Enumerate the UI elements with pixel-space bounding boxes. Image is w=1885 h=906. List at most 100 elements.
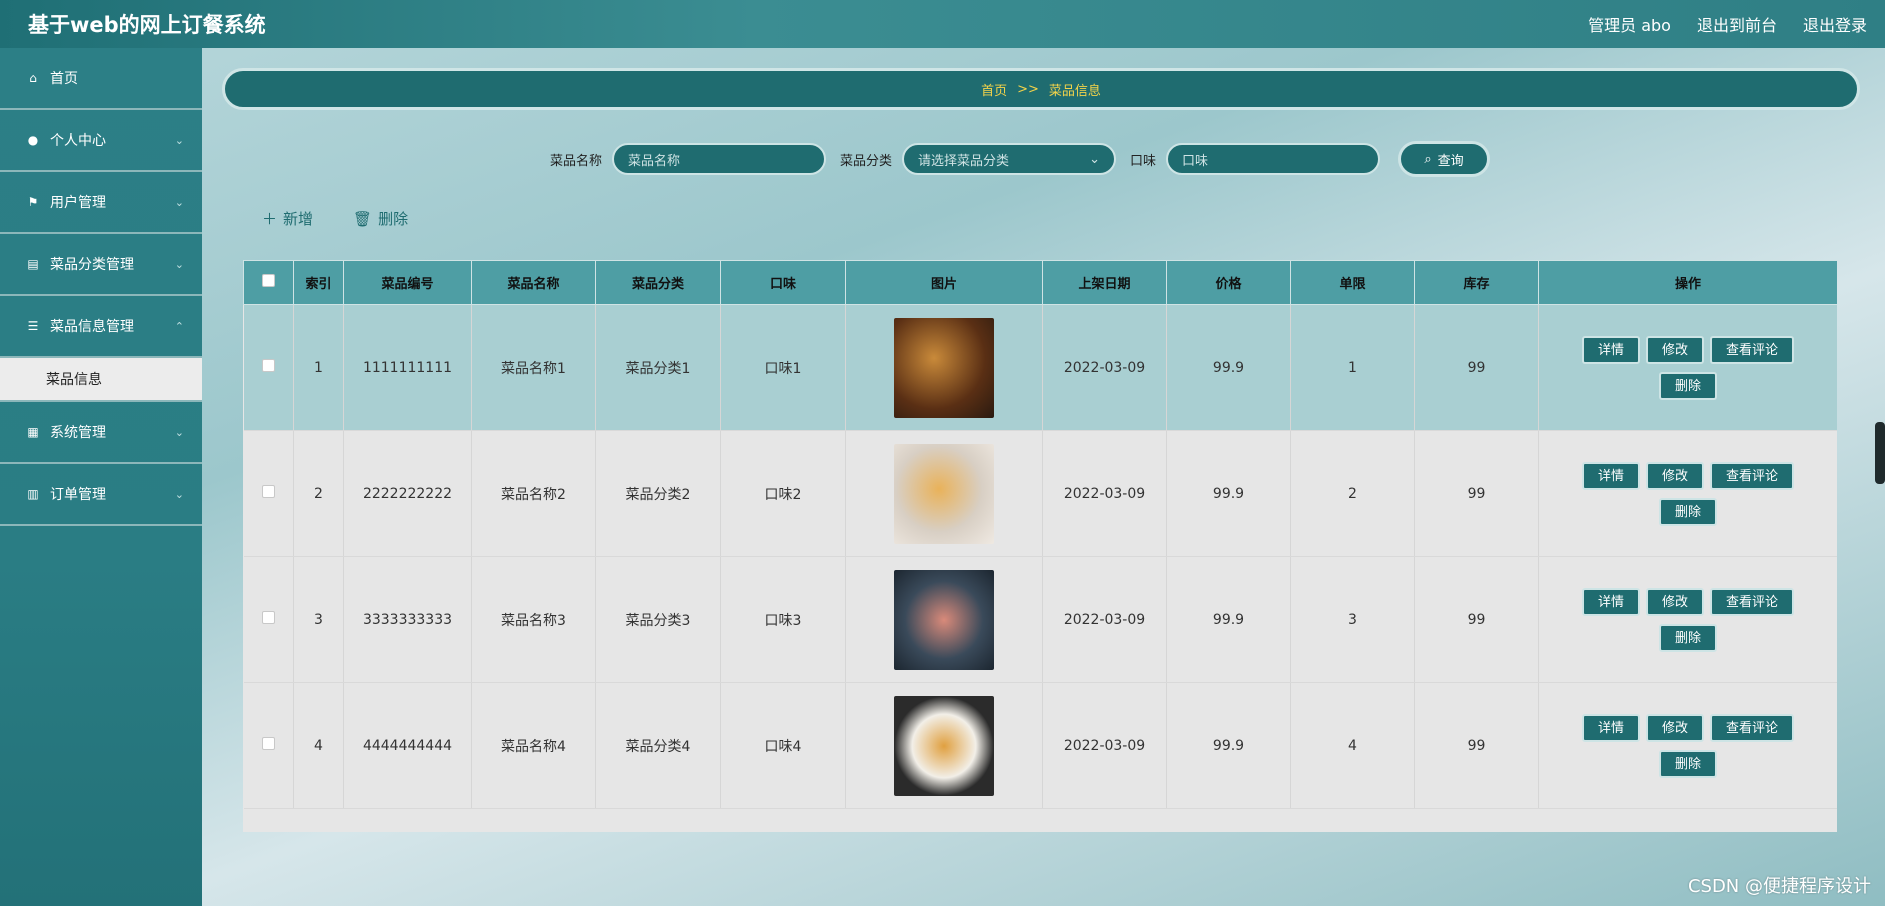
- view-comments-button[interactable]: 查看评论: [1710, 587, 1795, 616]
- chevron-down-icon: ⌄: [174, 257, 184, 271]
- row-checkbox[interactable]: [261, 737, 275, 750]
- sidebar-subitem-dish-info[interactable]: 菜品信息: [0, 358, 202, 402]
- chevron-up-icon: ⌃: [174, 319, 184, 333]
- cell-operations: 详情 修改 查看评论 删除: [1538, 430, 1837, 557]
- cell-category: 菜品分类3: [595, 556, 721, 683]
- plus-icon: ＋: [262, 210, 278, 228]
- sidebar-item-users[interactable]: ⚑ 用户管理 ⌄: [0, 172, 202, 234]
- cell-name: 菜品名称2: [471, 430, 596, 557]
- dish-image: [894, 317, 994, 418]
- add-button[interactable]: ＋ 新增: [262, 208, 313, 229]
- logout-link[interactable]: 退出登录: [1803, 12, 1867, 36]
- row-checkbox[interactable]: [261, 485, 275, 498]
- column-header: 库存: [1414, 260, 1539, 305]
- sidebar-item-label: 系统管理: [50, 425, 106, 441]
- flag-icon: ⚑: [27, 195, 39, 209]
- sidebar-item-label: 个人中心: [50, 133, 106, 149]
- delete-button[interactable]: 删除: [1658, 497, 1717, 526]
- sidebar-item-dish-info[interactable]: ☰ 菜品信息管理 ⌃: [0, 296, 202, 358]
- chart-icon: ▥: [27, 487, 39, 501]
- query-button-label: 查询: [1437, 153, 1464, 169]
- column-header: 菜品名称: [471, 260, 596, 305]
- cell-name: 菜品名称3: [471, 556, 596, 683]
- detail-button[interactable]: 详情: [1581, 461, 1640, 490]
- row-checkbox[interactable]: [261, 359, 275, 372]
- page-scrollbar[interactable]: [1875, 422, 1885, 484]
- cell-operations: 详情 修改 查看评论 删除: [1538, 556, 1837, 683]
- column-header: 图片: [845, 260, 1043, 305]
- detail-button[interactable]: 详情: [1581, 713, 1640, 742]
- table-row[interactable]: 2 2222222222 菜品名称2 菜品分类2 口味2 2022-03-09 …: [243, 430, 1837, 557]
- query-button[interactable]: ⌕ 查询: [1398, 141, 1491, 177]
- cell-date: 2022-03-09: [1042, 304, 1167, 431]
- sidebar-item-personal[interactable]: ● 个人中心 ⌄: [0, 110, 202, 172]
- table-row[interactable]: 3 3333333333 菜品名称3 菜品分类3 口味3 2022-03-09 …: [243, 556, 1837, 683]
- select-all-cell[interactable]: [243, 260, 294, 305]
- cell-index: 2: [293, 430, 344, 557]
- sidebar-item-system[interactable]: ▦ 系统管理 ⌄: [0, 402, 202, 464]
- sidebar-item-orders[interactable]: ▥ 订单管理 ⌄: [0, 464, 202, 526]
- header-links: 管理员 abo 退出到前台 退出登录: [1588, 12, 1867, 36]
- sidebar-item-label: 首页: [50, 71, 78, 87]
- cell-limit: 4: [1290, 682, 1415, 809]
- row-checkbox[interactable]: [261, 611, 275, 624]
- chevron-down-icon: ⌄: [174, 195, 184, 209]
- dish-name-input[interactable]: 菜品名称: [612, 143, 827, 175]
- cell-category: 菜品分类1: [595, 304, 721, 431]
- table-row[interactable]: 4 4444444444 菜品名称4 菜品分类4 口味4 2022-03-09 …: [243, 682, 1837, 809]
- delete-button[interactable]: 删除: [1658, 749, 1717, 778]
- user-icon: ●: [27, 133, 39, 147]
- cell-code: 4444444444: [343, 682, 472, 809]
- taste-input[interactable]: 口味: [1166, 143, 1381, 175]
- edit-button[interactable]: 修改: [1645, 587, 1704, 616]
- dish-image: [894, 443, 994, 544]
- sidebar-item-label: 用户管理: [50, 195, 106, 211]
- column-header: 上架日期: [1042, 260, 1167, 305]
- table-row[interactable]: 1 1111111111 菜品名称1 菜品分类1 口味1 2022-03-09 …: [243, 304, 1837, 431]
- edit-button[interactable]: 修改: [1645, 335, 1704, 364]
- top-header: 基于web的网上订餐系统 管理员 abo 退出到前台 退出登录: [0, 0, 1885, 48]
- dish-name-placeholder: 菜品名称: [628, 153, 681, 169]
- edit-button[interactable]: 修改: [1645, 713, 1704, 742]
- cell-date: 2022-03-09: [1042, 556, 1167, 683]
- cell-stock: 99: [1414, 430, 1539, 557]
- view-comments-button[interactable]: 查看评论: [1710, 335, 1795, 364]
- edit-button[interactable]: 修改: [1645, 461, 1704, 490]
- detail-button[interactable]: 详情: [1581, 587, 1640, 616]
- view-comments-button[interactable]: 查看评论: [1710, 713, 1795, 742]
- detail-button[interactable]: 详情: [1581, 335, 1640, 364]
- trash-icon: 🗑: [353, 209, 373, 228]
- column-header: 口味: [720, 260, 846, 305]
- chevron-down-icon: ⌄: [174, 133, 184, 147]
- cell-limit: 3: [1290, 556, 1415, 683]
- cell-index: 3: [293, 556, 344, 683]
- cell-stock: 99: [1414, 556, 1539, 683]
- sliders-icon: ☰: [27, 319, 39, 333]
- cell-code: 1111111111: [343, 304, 472, 431]
- delete-button[interactable]: 删除: [1658, 623, 1717, 652]
- taste-placeholder: 口味: [1182, 153, 1209, 169]
- grid-icon: ▦: [27, 425, 39, 439]
- dish-category-select[interactable]: 请选择菜品分类 ⌄: [902, 143, 1117, 175]
- sidebar-item-dish-category[interactable]: ▤ 菜品分类管理 ⌄: [0, 234, 202, 296]
- table-header-row: 索引 菜品编号 菜品名称 菜品分类 口味 图片 上架日期 价格 单限 库存 操作: [243, 260, 1837, 305]
- sidebar-item-home[interactable]: ⌂ 首页: [0, 48, 202, 110]
- sidebar-item-label: 菜品信息管理: [50, 319, 134, 335]
- batch-delete-button[interactable]: 🗑 删除: [353, 208, 408, 229]
- view-comments-button[interactable]: 查看评论: [1710, 461, 1795, 490]
- cell-index: 4: [293, 682, 344, 809]
- cell-taste: 口味4: [720, 682, 846, 809]
- breadcrumb-home[interactable]: 首页: [981, 80, 1007, 99]
- cell-price: 99.9: [1166, 682, 1291, 809]
- delete-button[interactable]: 删除: [1658, 371, 1717, 400]
- cell-taste: 口味1: [720, 304, 846, 431]
- cell-date: 2022-03-09: [1042, 430, 1167, 557]
- cell-operations: 详情 修改 查看评论 删除: [1538, 682, 1837, 809]
- column-header: 操作: [1538, 260, 1837, 305]
- back-to-front-link[interactable]: 退出到前台: [1697, 12, 1777, 36]
- cell-code: 2222222222: [343, 430, 472, 557]
- select-all-checkbox[interactable]: [262, 274, 275, 287]
- dish-category-label: 菜品分类: [840, 153, 893, 169]
- search-form: 菜品名称 菜品名称 菜品分类 请选择菜品分类 ⌄ 口味 口味 ⌕ 查询: [550, 141, 1491, 177]
- watermark: CSDN @便捷程序设计: [1687, 876, 1871, 897]
